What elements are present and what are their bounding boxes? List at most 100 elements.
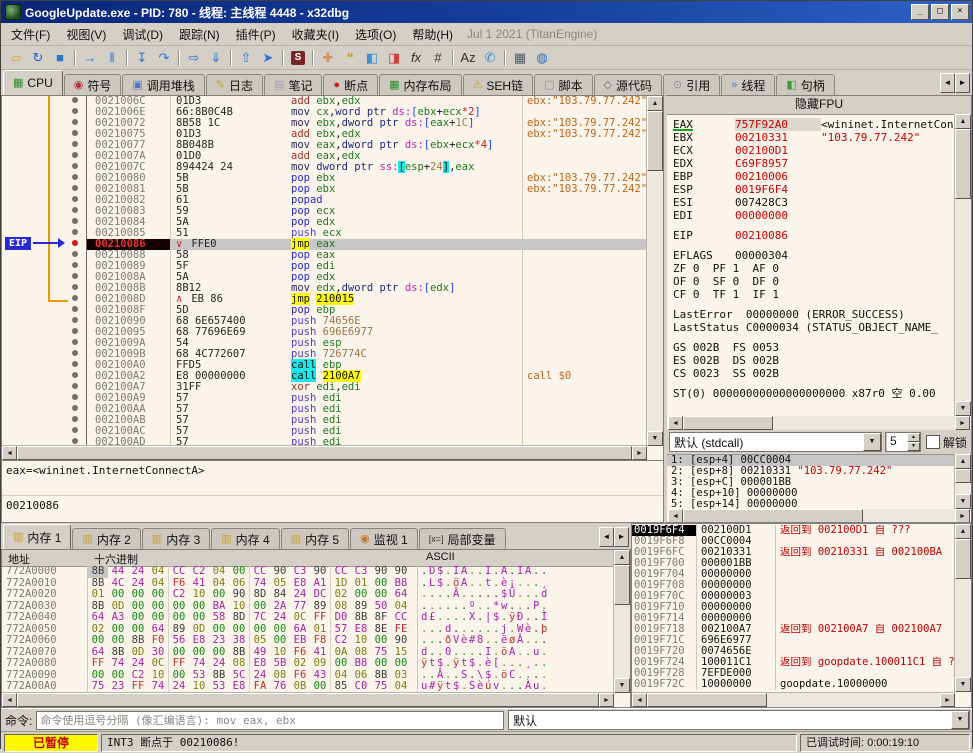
disasm-vertical-scrollbar[interactable]: ▲ ▼ [646,96,663,446]
register-row[interactable]: EBP00210006 [673,170,955,183]
hash-icon[interactable]: # [427,48,449,68]
calculator-icon[interactable]: ▦ [509,48,531,68]
register-row[interactable]: ESI007428C3 [673,196,955,209]
dump-row[interactable]: 772A00A07523FF74241053E8FA760B0085C07504… [2,681,614,693]
breakpoint-dot-cell[interactable] [64,426,87,437]
breakpoint-dot-cell[interactable] [64,338,87,349]
menu-item-4[interactable]: 插件(P) [228,24,284,45]
tab-dump-1[interactable]: ▥内存 1 [3,524,71,549]
tab-locals[interactable]: [x=]局部变量 [419,528,506,549]
chevron-down-icon[interactable]: ▼ [863,433,881,451]
tab-notes[interactable]: ▤笔记 [264,74,322,95]
step-into-icon[interactable]: ↧ [131,48,153,68]
tabbar-scroll-right-button[interactable]: ► [955,73,970,93]
stop-icon[interactable]: ■ [49,48,71,68]
arguments-vertical-scrollbar[interactable]: ▲ ▼ [954,454,971,509]
breakpoint-dot-cell[interactable] [64,371,87,382]
breakpoint-dot-cell[interactable] [64,393,87,404]
checkbox-icon[interactable] [926,435,940,449]
trace-icon[interactable]: ✆ [479,48,501,68]
register-row[interactable]: CS 0023 SS 002B [673,367,955,380]
run-to-user-code-icon[interactable]: ➤ [257,48,279,68]
dump-row[interactable]: 772A004064A300000000588D7C240CFFD08B8FCC… [2,612,614,624]
arguments-horizontal-scrollbar[interactable]: ◄ ► [668,509,970,523]
breakpoint-dot-cell[interactable] [64,360,87,371]
register-row[interactable]: ZF 0 PF 1 AF 0 [673,262,955,275]
minimize-button[interactable]: _ [911,4,929,20]
breakpoint-dot-cell[interactable] [64,305,87,316]
breakpoint-dot-cell[interactable] [64,261,87,272]
stack-row[interactable]: 0019F72C10000000goopdate.10000000 [632,679,955,690]
command-input[interactable] [36,711,504,730]
tab-call-stack[interactable]: ▣调用堆栈 [122,74,204,95]
tab-dump-3[interactable]: ▥内存 3 [142,528,210,549]
register-row[interactable]: EDXC69F8957 [673,157,955,170]
tab-symbols[interactable]: ◉符号 [64,74,122,95]
tab-cpu[interactable]: ▦CPU [3,70,63,95]
restart-icon[interactable]: ↻ [27,48,49,68]
calling-convention-select[interactable]: 默认 (stdcall) ▼ [669,432,882,452]
breakpoint-dot-cell[interactable] [64,239,87,250]
run-icon[interactable]: → [79,48,101,68]
register-row[interactable]: EIP00210086 [673,229,955,242]
register-row[interactable]: ES 002B DS 002B [673,354,955,367]
patch-icon[interactable]: ✚ [317,48,339,68]
comment-icon[interactable]: ❝ [339,48,361,68]
function-icon[interactable]: fx [405,48,427,68]
menu-item-3[interactable]: 跟踪(N) [171,24,228,45]
tab-script[interactable]: ▢脚本 [534,74,592,95]
step-down-icon[interactable]: ⇓ [205,48,227,68]
dump-tabbar-scroll-left-button[interactable]: ◄ [599,527,614,547]
breakpoint-dot-cell[interactable] [64,162,87,173]
open-file-icon[interactable]: ▱ [5,48,27,68]
breakpoint-dot-cell[interactable] [64,151,87,162]
breakpoint-dot-cell[interactable] [64,327,87,338]
close-button[interactable]: × [951,4,969,20]
tab-seh-chain[interactable]: ⚠SEH链 [463,74,534,95]
tab-references[interactable]: ⊙引用 [663,74,720,95]
registers-horizontal-scrollbar[interactable]: ◄ ► [668,416,970,430]
breakpoint-dot-cell[interactable] [64,382,87,393]
register-row[interactable]: CF 0 TF 1 IF 1 [673,288,955,301]
argument-count-stepper[interactable]: 5 ▲▼ [885,432,921,452]
breakpoint-dot-cell[interactable] [64,107,87,118]
menu-item-6[interactable]: 选项(O) [347,24,404,45]
bookmark-icon[interactable]: ◨ [383,48,405,68]
breakpoint-dot-cell[interactable] [64,272,87,283]
stack-horizontal-scrollbar[interactable]: ◄ ► [632,692,955,707]
breakpoint-dot-cell[interactable] [64,228,87,239]
register-row[interactable]: EAX757F92A0<wininet.InternetConn [673,118,955,131]
tab-source[interactable]: ◇源代码 [594,74,662,95]
seh-icon[interactable]: S [287,48,309,68]
tab-dump-4[interactable]: ▥内存 4 [211,528,279,549]
breakpoint-dot-cell[interactable] [64,349,87,360]
register-row[interactable]: GS 002B FS 0053 [673,341,955,354]
tab-breakpoints[interactable]: ●断点 [323,74,378,95]
execute-till-return-icon[interactable]: ⇧ [235,48,257,68]
tab-watch-1[interactable]: ◉监视 1 [350,528,418,549]
menu-item-2[interactable]: 调试(D) [114,24,171,45]
command-profile-select[interactable]: 默认 ▼ [508,710,970,730]
maximize-button[interactable]: □ [931,4,949,20]
register-row[interactable]: EFLAGS00000304 [673,249,955,262]
breakpoint-dot-cell[interactable] [64,140,87,151]
tabbar-scroll-left-button[interactable]: ◄ [940,73,955,93]
unlock-checkbox[interactable]: 解锁 [924,434,969,451]
breakpoint-dot-cell[interactable] [64,250,87,261]
disasm-horizontal-scrollbar[interactable]: ◄► [2,445,647,460]
chevron-down-icon[interactable]: ▼ [951,711,969,729]
breakpoint-dot-cell[interactable] [64,206,87,217]
tab-dump-2[interactable]: ▥内存 2 [72,528,140,549]
tab-handles[interactable]: ◧句柄 [776,74,834,95]
case-icon[interactable]: Az [457,48,479,68]
dump-row[interactable]: 772A00008B442404CCC20400CC90C390CCC39090… [2,566,614,578]
register-row[interactable]: ST(0) 00000000000000000000 x87r0 空 0.00 [673,387,955,400]
tab-memory-map[interactable]: ▦内存布局 [379,74,461,95]
menu-item-1[interactable]: 视图(V) [58,24,114,45]
breakpoint-dot-cell[interactable] [64,118,87,129]
tab-threads[interactable]: »线程 [721,74,775,95]
menu-item-7[interactable]: 帮助(H) [404,24,461,45]
tab-log[interactable]: ✎日志 [206,74,263,95]
dump-row[interactable]: 772A002001000000C21000908D8424DC02000064… [2,589,614,601]
register-row[interactable]: LastError 00000000 (ERROR_SUCCESS) [673,308,955,321]
